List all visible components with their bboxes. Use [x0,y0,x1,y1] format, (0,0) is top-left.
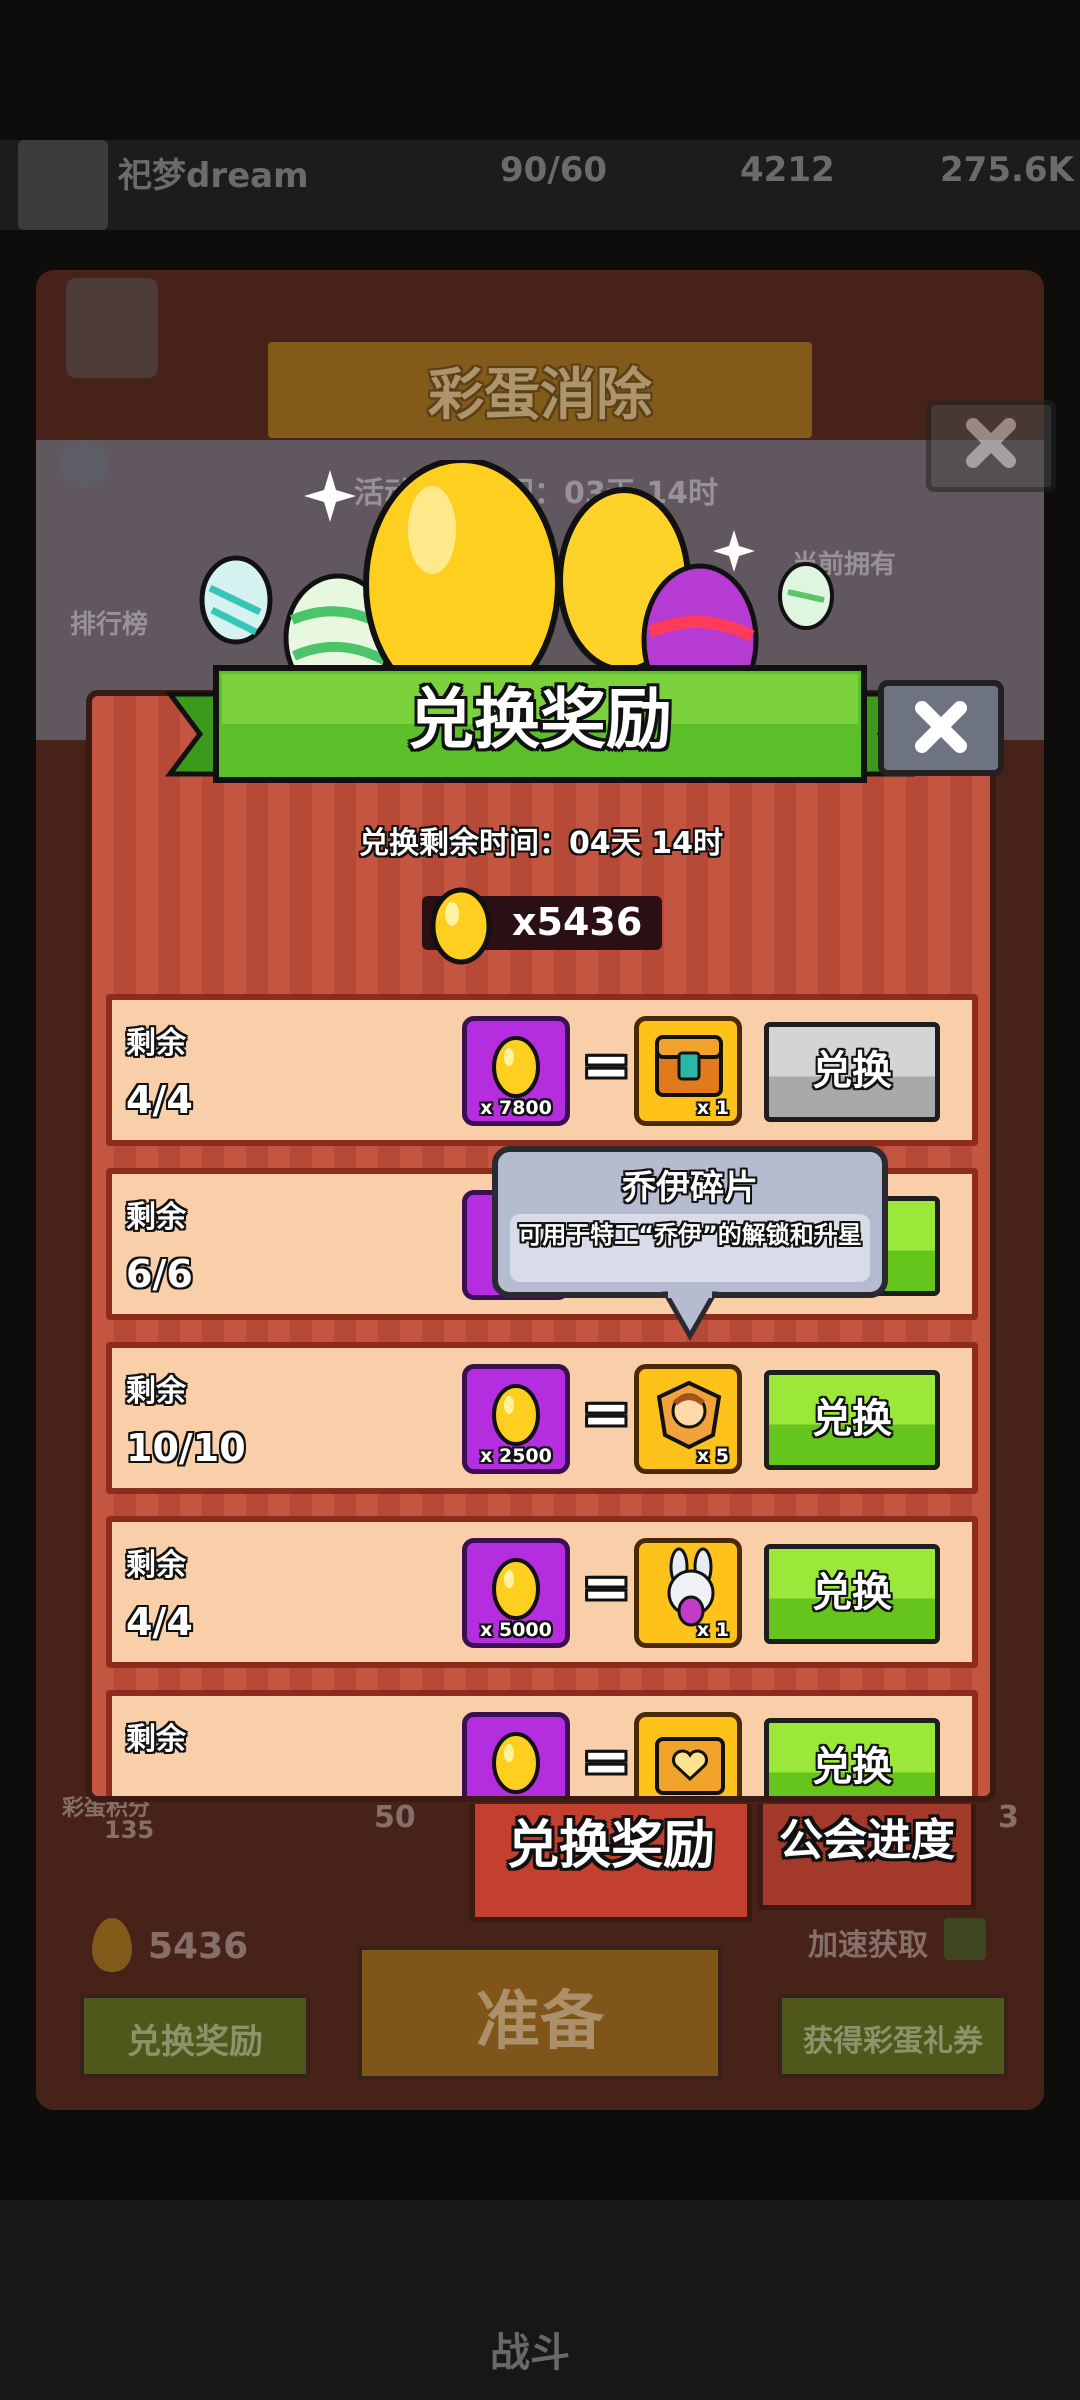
reward-tile[interactable]: x 1 [634,1538,742,1648]
remaining-count: 6/6 [126,1252,193,1296]
avatar [18,140,108,230]
exchange-row: 剩余 4/4 x 7800 = x 1 兑换 [106,994,978,1146]
tab-guild-progress-label: 公会进度 [779,1815,955,1866]
bunny-avatar-icon [667,1547,715,1627]
egg-balance: x5436 [512,900,643,944]
remaining-label: 剩余 [126,1026,186,1061]
remaining-count: 10/10 [126,1426,246,1470]
event-title: 彩蛋消除 [428,363,652,428]
coins-value: 275.6K [940,150,1074,190]
exchange-button-disabled[interactable]: 兑换 [764,1022,940,1122]
gold-egg-icon [492,1036,540,1098]
cost-amount: x 2500 [480,1445,552,1467]
bg-close-icon[interactable] [926,400,1056,492]
stamina-value: 90/60 [500,150,608,190]
gold-egg-icon [492,1558,540,1620]
treasure-chest-icon [655,1035,723,1097]
reward-tile[interactable]: x 5 [634,1364,742,1474]
heart-chest-icon [655,1737,725,1795]
tooltip-pointer [662,1290,718,1342]
gold-egg-icon [492,1732,540,1794]
gems-value: 4212 [740,150,835,190]
tooltip-description: 可用于特工“乔伊”的解锁和升星 [518,1221,862,1249]
reward-quantity: x 1 [696,1097,729,1119]
tab-exchange-rewards-label: 兑换奖励 [506,1816,715,1876]
gold-egg-icon [430,887,492,965]
gold-egg-icon [492,1384,540,1446]
menu-button[interactable] [66,278,158,378]
remaining-count: 4/4 [126,1600,193,1644]
remaining-label: 剩余 [126,1722,186,1757]
equals-sign: = [582,1379,631,1447]
cost-tile [462,1712,570,1796]
reward-tile[interactable]: x 1 [634,1016,742,1126]
reward-tile[interactable] [634,1712,742,1796]
tab-exchange-rewards[interactable]: 兑换奖励 [470,1804,752,1922]
reward-quantity: x 1 [696,1619,729,1641]
mid-stat-value: 50 [374,1800,416,1835]
exchange-row: 剩余 4/4 x 5000 = x 1 兑换 [106,1516,978,1668]
exchange-row: 剩余 10/10 x 2500 = x 5 兑换 [106,1342,978,1494]
bg-exchange-label: 兑换奖励 [127,2022,263,2062]
egg-count-value: 5436 [148,1926,249,1967]
cost-amount: x 5000 [480,1619,552,1641]
cost-tile: x 2500 [462,1364,570,1474]
sparkle-icon [304,470,356,522]
close-button[interactable] [878,680,1004,776]
item-tooltip: 乔伊碎片 可用于特工“乔伊”的解锁和升星 [492,1146,888,1298]
reward-quantity: x 5 [696,1445,729,1467]
close-icon [915,701,967,753]
speedup-checkbox[interactable] [944,1918,986,1960]
info-icon[interactable] [60,440,108,488]
tab-guild-progress[interactable]: 公会进度 [758,1804,976,1910]
joey-shard-icon [656,1380,722,1450]
leaderboard-label[interactable]: 排行榜 [70,604,148,641]
sparkle-icon [713,530,755,572]
cost-tile: x 7800 [462,1016,570,1126]
exchange-button[interactable]: 兑换 [764,1370,940,1470]
remaining-count: 4/4 [126,1078,193,1122]
exchange-button[interactable]: 兑换 [764,1544,940,1644]
bottom-nav-battle[interactable]: 战斗 [490,2320,570,2378]
remaining-label: 剩余 [126,1548,186,1583]
equals-sign: = [582,1727,631,1795]
cost-tile: x 5000 [462,1538,570,1648]
cost-amount: x 7800 [480,1097,552,1119]
get-coupon-label: 获得彩蛋礼券 [803,2024,983,2059]
speedup-label: 加速获取 [808,1928,928,1963]
dialog-title: 兑换奖励 [408,681,672,758]
right-stat-value: 3 [998,1800,1019,1835]
player-name: 祀梦dream [118,156,309,196]
left-stat-value: 135 [104,1816,155,1844]
remaining-label: 剩余 [126,1374,186,1409]
ready-label: 准备 [476,1985,604,2059]
exchange-row: 剩余 = 兑换 [106,1690,978,1796]
equals-sign: = [582,1553,631,1621]
remaining-label: 剩余 [126,1200,186,1235]
tooltip-title: 乔伊碎片 [622,1168,758,1208]
exchange-time-remaining: 兑换剩余时间：04天 14时 [359,826,723,861]
equals-sign: = [582,1031,631,1099]
exchange-button[interactable]: 兑换 [764,1718,940,1796]
